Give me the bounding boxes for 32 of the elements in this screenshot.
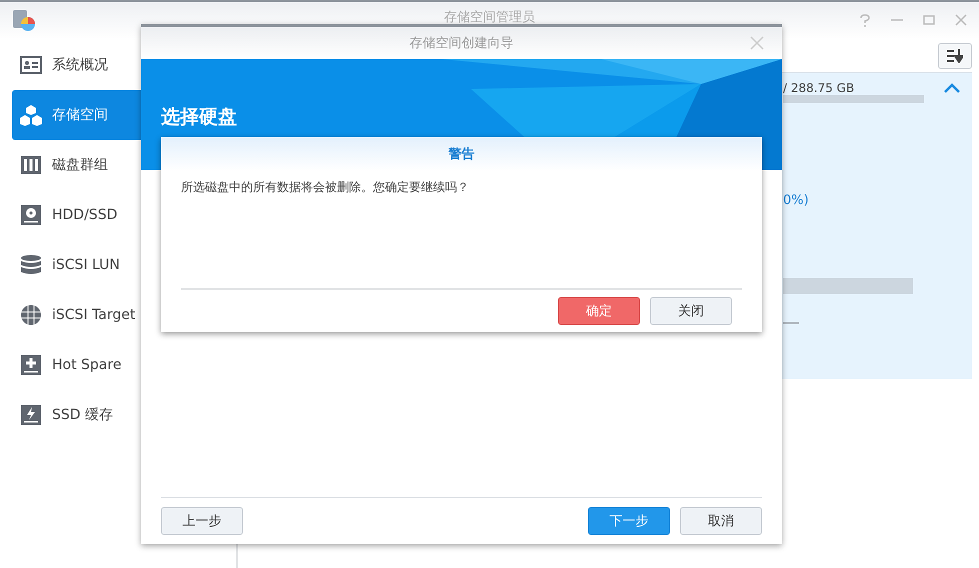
sidebar-item[interactable]: 系统概况 [12, 40, 236, 90]
sidebar-item[interactable]: iSCSI LUN [12, 240, 236, 290]
wizard-button[interactable]: 取消 [680, 507, 762, 535]
disk-group-icon [20, 154, 42, 176]
flash-drive-icon [20, 404, 42, 426]
globe-icon [20, 304, 42, 326]
sidebar-item[interactable]: Hot Spare [12, 340, 236, 390]
close-icon[interactable] [955, 14, 967, 26]
sort-button[interactable] [938, 43, 972, 69]
close-icon[interactable] [750, 36, 764, 50]
sidebar-item[interactable]: iSCSI Target [12, 290, 236, 340]
database-icon [20, 254, 42, 276]
plus-drive-icon [20, 354, 42, 376]
alert-message: 所选磁盘中的所有数据将会被删除。您确定要继续吗？ [180, 179, 470, 196]
id-card-icon [20, 54, 42, 76]
app-icon [12, 8, 36, 32]
percent-text: 0%) [783, 193, 810, 208]
divider-line [783, 322, 799, 324]
step-title: 选择硬盘 [161, 105, 237, 130]
maximize-icon[interactable] [923, 14, 935, 26]
cubes-icon [20, 104, 42, 126]
capacity-text: / 288.75 GB [783, 81, 854, 95]
alert-title: 警告 [448, 146, 474, 163]
sort-icon [947, 49, 963, 63]
wizard-button[interactable]: 上一步 [161, 507, 243, 535]
drive-icon [20, 204, 42, 226]
dialog-title: 存储空间创建向导 [410, 35, 514, 52]
chevron-icon[interactable] [944, 83, 960, 93]
alert-button[interactable]: 关闭 [650, 297, 732, 325]
sidebar-item[interactable]: SSD 缓存 [12, 390, 236, 440]
help-icon[interactable] [859, 14, 871, 28]
window-title: 存储空间管理员 [444, 9, 535, 26]
